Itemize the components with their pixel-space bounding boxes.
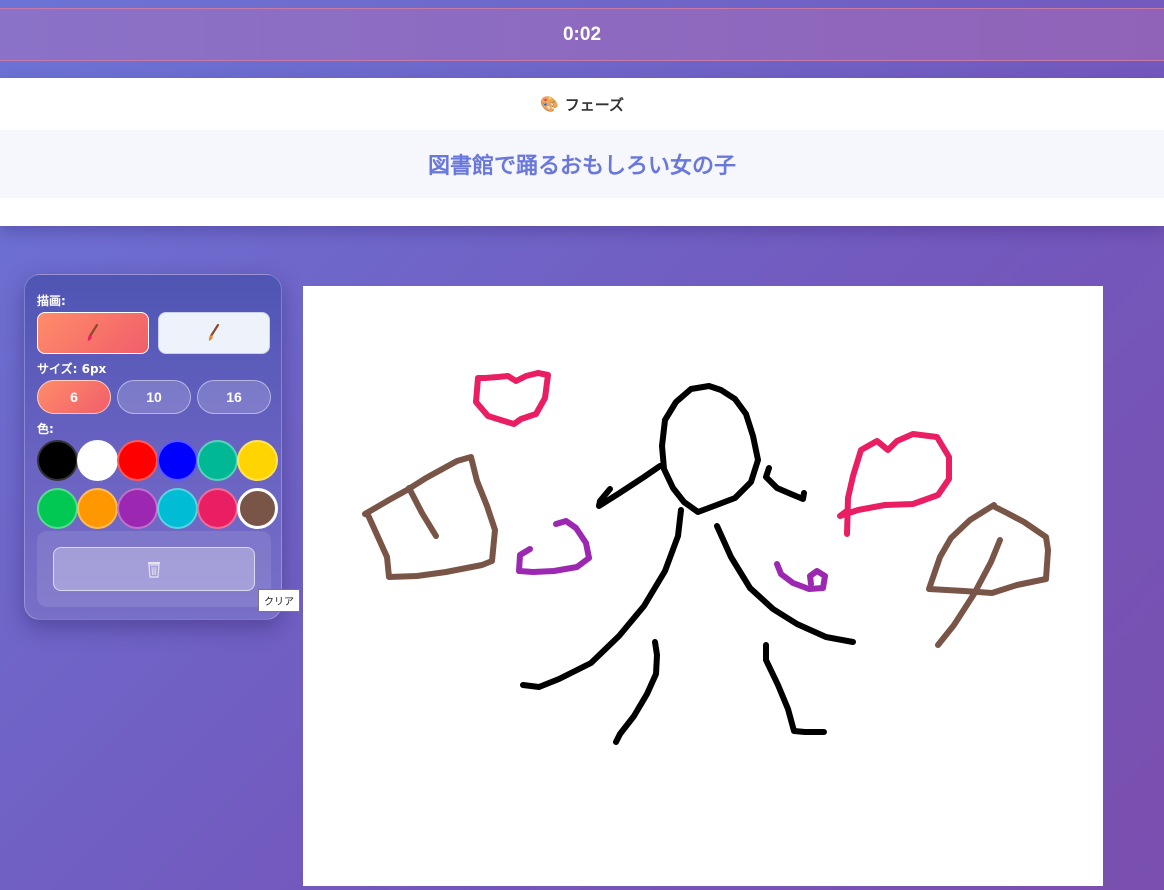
prompt-box: 図書館で踊るおもしろい女の子 (0, 130, 1164, 198)
clear-area (37, 531, 271, 607)
phase-label: フェーズ (564, 95, 624, 114)
drawing-strokes (362, 370, 1051, 745)
stroke-brown-box-line (406, 485, 439, 539)
stroke-left-leg (613, 639, 660, 745)
size-label: サイズ: 6px (37, 362, 107, 376)
color-swatch-11[interactable] (197, 488, 238, 529)
color-label: 色: (37, 422, 54, 436)
size-button-16[interactable]: 16 (197, 380, 271, 414)
color-swatch-6[interactable] (237, 440, 278, 481)
wastebasket-icon (148, 562, 160, 578)
header-card: 🎨 フェーズ 図書館で踊るおもしろい女の子 (0, 78, 1164, 226)
color-swatch-8[interactable] (77, 488, 118, 529)
stroke-right-leg (763, 642, 827, 735)
color-swatch-4[interactable] (157, 440, 198, 481)
eraser-tool-button[interactable] (158, 312, 270, 354)
stroke-purple-curl-right (774, 561, 828, 592)
prompt-text: 図書館で踊るおもしろい女の子 (427, 154, 736, 179)
eraser-brush-icon (208, 324, 220, 341)
timer-text: 0:02 (562, 23, 602, 45)
clear-tooltip: クリア (258, 589, 300, 612)
stroke-head (659, 383, 761, 515)
stroke-right-arm (763, 465, 807, 502)
stroke-left-arm (596, 463, 663, 509)
pen-tool-button[interactable] (37, 312, 149, 354)
color-swatch-9[interactable] (117, 488, 158, 529)
color-swatch-5[interactable] (197, 440, 238, 481)
color-swatch-1[interactable] (37, 440, 78, 481)
color-swatch-2[interactable] (77, 440, 118, 481)
stroke-pink-heart-right (837, 431, 952, 537)
drawing-canvas[interactable] (303, 286, 1103, 886)
clear-button[interactable] (53, 547, 255, 591)
palette-icon: 🎨 (540, 95, 559, 113)
timer-bar: 0:02 (0, 8, 1164, 61)
color-swatch-7[interactable] (37, 488, 78, 529)
stroke-right-body (714, 523, 856, 645)
stroke-purple-curl-left (516, 518, 592, 575)
color-swatch-12[interactable] (237, 488, 278, 529)
stroke-brown-kite-right (926, 502, 1051, 596)
color-swatch-3[interactable] (117, 440, 158, 481)
draw-label: 描画: (37, 294, 66, 308)
color-swatch-10[interactable] (157, 488, 198, 529)
phase-row: 🎨 フェーズ (0, 78, 1164, 130)
size-button-6[interactable]: 6 (37, 380, 111, 414)
brush-icon (87, 324, 99, 341)
size-button-10[interactable]: 10 (117, 380, 191, 414)
stroke-brown-box-left (362, 454, 498, 580)
stroke-pink-heart-left (473, 370, 551, 427)
tool-panel: 描画: サイズ: 6px 6 10 16 色: (24, 274, 282, 620)
